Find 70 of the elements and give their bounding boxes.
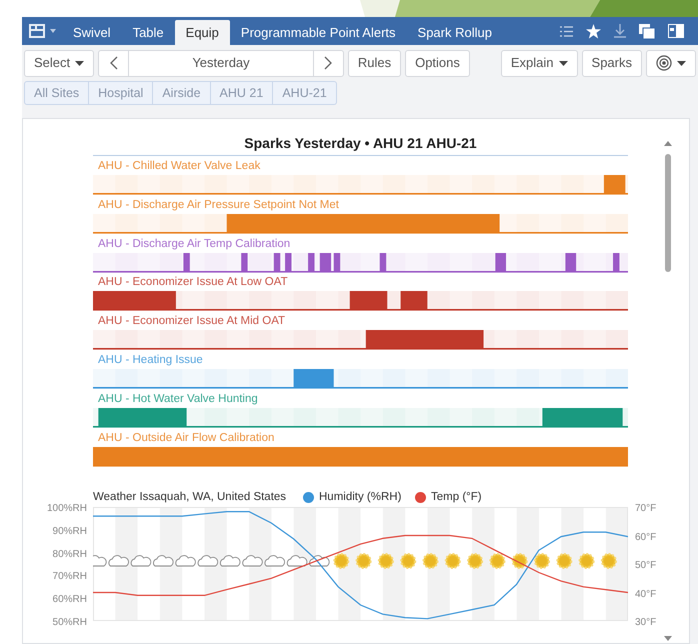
- spark-label: AHU - Discharge Air Pressure Setpoint Not Met: [97, 198, 340, 213]
- sun-icon: [467, 553, 484, 569]
- spark-label: AHU - Economizer Issue At Low OAT: [97, 275, 289, 290]
- target-dropdown[interactable]: [646, 50, 696, 76]
- cloud-icon: [286, 555, 308, 566]
- axis-label: 30°F: [635, 616, 656, 630]
- spark-label: AHU - Heating Issue: [97, 352, 204, 368]
- rules-button[interactable]: Rules: [348, 50, 402, 76]
- axis-label: 40°F: [635, 588, 656, 602]
- caret-icon: [558, 60, 568, 66]
- axis-label: 60%RH: [52, 593, 87, 608]
- sun-icon: [600, 553, 617, 569]
- spark-label: AHU - Outside Air Flow Calibration: [97, 430, 276, 446]
- axis-label: 90%RH: [52, 524, 87, 539]
- chart-title: Weather Issaquah, WA, United States: [93, 490, 286, 505]
- sun-icon: [444, 553, 461, 569]
- legend-label: Temp (°F): [431, 490, 482, 505]
- spark-label: AHU - Hot Water Valve Hunting: [97, 392, 259, 407]
- axis-label: 50%RH: [52, 616, 87, 630]
- sun-icon: [512, 553, 528, 569]
- sparks-button[interactable]: Sparks: [582, 50, 642, 76]
- scroll-down-icon[interactable]: [664, 636, 672, 641]
- cloud-icon: [220, 555, 240, 566]
- cloud-icon: [130, 555, 152, 566]
- options-button[interactable]: Options: [405, 50, 470, 76]
- caret-icon: [75, 60, 84, 66]
- axis-label: 70°F: [635, 502, 656, 516]
- nav-tab[interactable]: Swivel: [62, 20, 122, 45]
- target-icon: [656, 55, 672, 71]
- spark-label: AHU - Economizer Issue At Mid OAT: [97, 314, 286, 330]
- sun-icon: [400, 553, 416, 569]
- side-panel-icon[interactable]: [668, 24, 684, 38]
- windows-icon[interactable]: [639, 24, 655, 38]
- grid-icon: [28, 23, 46, 39]
- axis-label: 50°F: [635, 559, 656, 573]
- nav-tab[interactable]: Table: [122, 20, 175, 45]
- cloud-icon: [175, 555, 196, 566]
- nav-tab[interactable]: Equip: [174, 20, 230, 45]
- nav-tab[interactable]: Programmable Point Alerts: [230, 20, 407, 45]
- caret-icon: [50, 29, 56, 33]
- caret-icon: [677, 60, 686, 66]
- chart-title: Sparks Yesterday • AHU 21 AHU-21: [243, 134, 478, 153]
- list-icon[interactable]: [560, 26, 573, 36]
- sun-icon: [556, 553, 572, 569]
- axis-label: 100%RH: [46, 502, 87, 516]
- cloud-icon: [153, 555, 174, 566]
- cloud-icon: [198, 555, 218, 566]
- cloud-icon: [309, 555, 330, 566]
- cloud-icon: [242, 555, 263, 566]
- sun-icon: [578, 553, 595, 569]
- scroll-up-icon[interactable]: [664, 141, 672, 146]
- axis-label: 70%RH: [52, 570, 87, 584]
- select-dropdown[interactable]: Select: [24, 50, 94, 76]
- scrollbar-thumb[interactable]: [665, 154, 671, 272]
- sun-icon: [489, 553, 506, 569]
- star-icon[interactable]: [586, 24, 601, 38]
- explain-dropdown[interactable]: Explain: [500, 50, 578, 76]
- download-icon[interactable]: [614, 24, 626, 38]
- cloud-icon: [264, 555, 286, 566]
- axis-label: 60°F: [635, 530, 656, 544]
- legend-label: Humidity (%RH): [319, 490, 402, 505]
- sun-icon: [422, 553, 438, 569]
- sun-icon: [356, 553, 372, 569]
- spark-label: AHU - Discharge Air Temp Calibration: [97, 236, 292, 252]
- sun-icon: [378, 553, 394, 569]
- axis-label: 80%RH: [52, 548, 87, 562]
- spark-label: AHU - Chilled Water Valve Leak: [97, 159, 262, 174]
- sun-icon: [333, 553, 350, 569]
- nav-tab[interactable]: Spark Rollup: [406, 20, 503, 45]
- sun-icon: [534, 553, 550, 569]
